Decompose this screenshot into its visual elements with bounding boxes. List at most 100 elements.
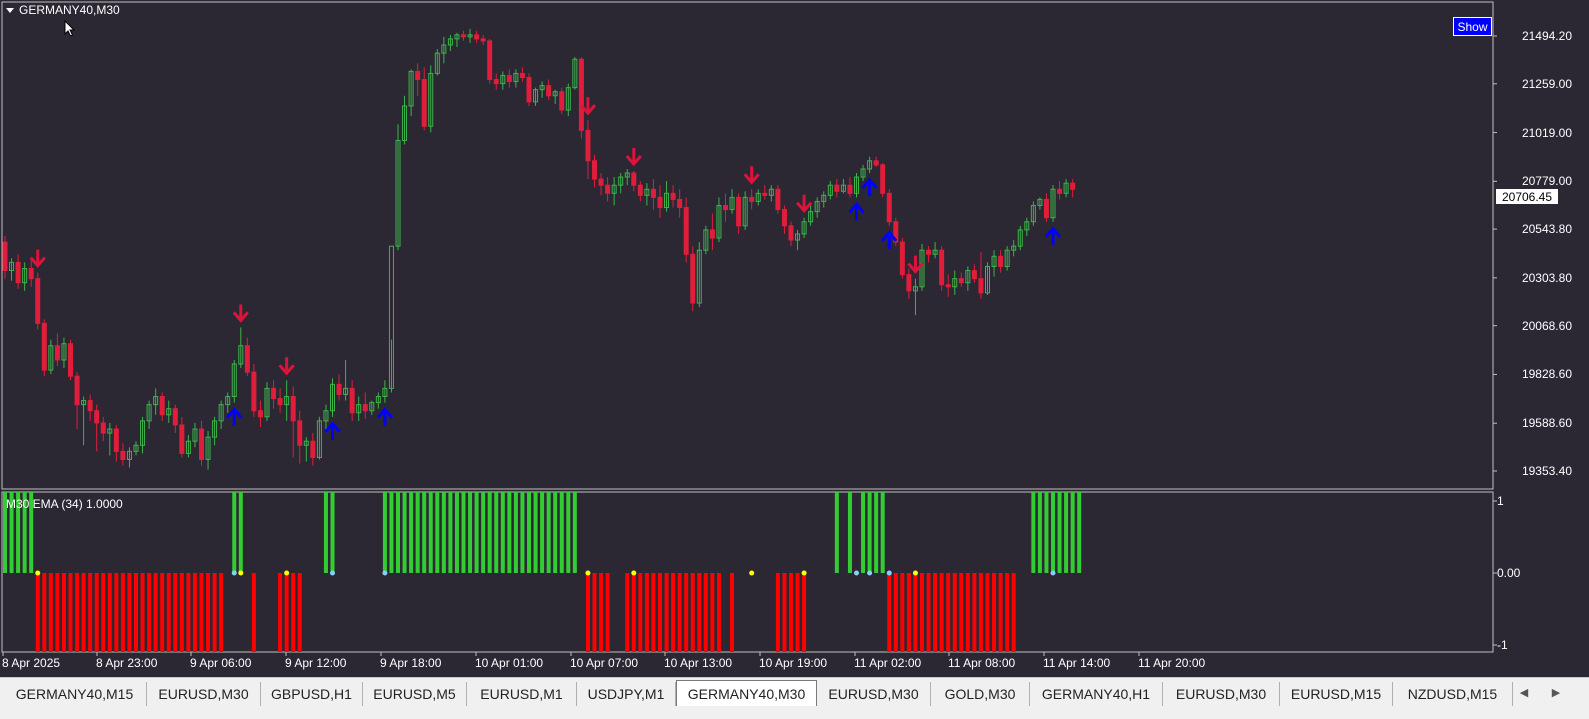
histogram-bar bbox=[664, 573, 669, 652]
histogram-bar bbox=[232, 492, 237, 573]
histogram-bar bbox=[160, 573, 165, 652]
histogram-bar bbox=[638, 573, 643, 652]
histogram-bar bbox=[409, 492, 414, 573]
histogram-bar bbox=[952, 573, 957, 652]
histogram-bar bbox=[513, 492, 518, 573]
histogram-bar bbox=[389, 492, 394, 573]
histogram-bar bbox=[978, 573, 983, 652]
histogram-bar bbox=[998, 573, 1003, 652]
histogram-bar bbox=[710, 573, 715, 652]
indicator-axis-label: -1 bbox=[1497, 638, 1508, 652]
histogram-bar bbox=[1011, 573, 1016, 652]
indicator-axis-label: 0.00 bbox=[1497, 566, 1521, 580]
chart-tab[interactable]: GERMANY40,M30 bbox=[676, 680, 817, 706]
histogram-bar bbox=[775, 573, 780, 652]
histogram-bar bbox=[625, 573, 630, 652]
chart-tab[interactable]: EURUSD,M30 bbox=[817, 682, 931, 706]
histogram-bar bbox=[861, 492, 866, 573]
time-label: 10 Apr 19:00 bbox=[759, 656, 828, 670]
time-label: 9 Apr 18:00 bbox=[380, 656, 442, 670]
histogram-bar bbox=[599, 573, 604, 652]
histogram-bar bbox=[35, 573, 40, 652]
histogram-bar bbox=[120, 573, 125, 652]
histogram-bar bbox=[671, 573, 676, 652]
histogram-bar bbox=[487, 492, 492, 573]
histogram-bar bbox=[559, 492, 564, 573]
histogram-bar bbox=[880, 492, 885, 573]
chart-window[interactable]: GERMANY40,M30 Show M30 EMA (34) 1.0000 2… bbox=[0, 0, 1589, 677]
chart-tab[interactable]: NZDUSD,M15 bbox=[1393, 682, 1513, 706]
time-label: 10 Apr 07:00 bbox=[570, 656, 639, 670]
histogram-bar bbox=[651, 573, 656, 652]
price-label: 19353.40 bbox=[1521, 464, 1572, 478]
time-label: 9 Apr 12:00 bbox=[285, 656, 347, 670]
signal-dot bbox=[1050, 570, 1056, 576]
histogram-bar bbox=[965, 573, 970, 652]
chart-tab[interactable]: EURUSD,M5 bbox=[363, 682, 467, 706]
histogram-bar bbox=[527, 492, 531, 573]
histogram-bar bbox=[454, 492, 459, 573]
chart-symbol-title[interactable]: GERMANY40,M30 bbox=[6, 3, 120, 17]
histogram-bar bbox=[402, 492, 407, 573]
histogram-bar bbox=[114, 573, 119, 652]
histogram-bar bbox=[173, 573, 178, 652]
chart-tab[interactable]: EURUSD,M30 bbox=[1163, 682, 1280, 706]
histogram-bar bbox=[592, 573, 597, 652]
chart-tab-bar: GERMANY40,M15 EURUSD,M30 GBPUSD,H1 EURUSD,M… bbox=[0, 677, 1589, 719]
histogram-bar bbox=[468, 492, 473, 573]
histogram-bar bbox=[107, 573, 112, 652]
time-label: 10 Apr 01:00 bbox=[475, 656, 544, 670]
histogram-bar bbox=[572, 492, 577, 573]
histogram-bar bbox=[677, 573, 682, 652]
histogram-bar bbox=[658, 573, 662, 652]
signal-dot bbox=[886, 570, 892, 576]
histogram-bar bbox=[1037, 492, 1042, 573]
histogram-bar bbox=[238, 492, 243, 573]
histogram-bar bbox=[631, 573, 636, 652]
indicator-axis-label: 1 bbox=[1497, 494, 1504, 508]
chart-tab[interactable]: EURUSD,M15 bbox=[1280, 682, 1393, 706]
price-label: 21494.20 bbox=[1521, 29, 1572, 43]
histogram-bar bbox=[566, 492, 571, 573]
signal-dot bbox=[801, 570, 807, 576]
histogram-bar bbox=[540, 492, 545, 573]
histogram-bar bbox=[199, 573, 204, 652]
price-label: 20303.80 bbox=[1521, 270, 1572, 285]
time-label: 11 Apr 20:00 bbox=[1138, 656, 1206, 670]
chart-tab[interactable]: GERMANY40,H1 bbox=[1030, 682, 1163, 706]
histogram-bar bbox=[140, 573, 145, 652]
histogram-bar bbox=[166, 573, 171, 652]
indicator-panel[interactable] bbox=[0, 0, 1589, 677]
chart-tab[interactable]: GOLD,M30 bbox=[931, 682, 1030, 706]
time-label: 11 Apr 02:00 bbox=[854, 656, 922, 670]
histogram-bar bbox=[972, 573, 977, 652]
histogram-bar bbox=[782, 573, 787, 652]
chart-tab[interactable]: EURUSD,M1 bbox=[467, 682, 577, 706]
histogram-bar bbox=[834, 492, 839, 573]
chart-tab[interactable]: GERMANY40,M15 bbox=[3, 682, 147, 706]
histogram-bar bbox=[546, 492, 551, 573]
histogram-bar bbox=[153, 573, 158, 652]
histogram-bar bbox=[716, 573, 721, 652]
signal-dot bbox=[35, 570, 41, 576]
tab-scroll-right-icon[interactable]: ▶ bbox=[1546, 682, 1566, 702]
tab-scroll-left-icon[interactable]: ◀ bbox=[1514, 682, 1534, 702]
time-label: 8 Apr 23:00 bbox=[96, 656, 158, 670]
histogram-bar bbox=[1057, 492, 1062, 573]
histogram-bar bbox=[533, 492, 538, 573]
price-label: 20068.60 bbox=[1521, 318, 1572, 333]
histogram-bar bbox=[127, 573, 132, 652]
show-button[interactable]: Show bbox=[1453, 17, 1492, 36]
signal-dot bbox=[749, 570, 755, 576]
histogram-bar bbox=[382, 492, 387, 573]
chart-tab[interactable]: USDJPY,M1 bbox=[577, 682, 676, 706]
histogram-bar bbox=[61, 573, 66, 652]
histogram-bar bbox=[553, 492, 558, 573]
collapse-triangle-icon[interactable] bbox=[6, 7, 14, 13]
time-label: 9 Apr 06:00 bbox=[190, 656, 252, 670]
chart-tab[interactable]: GBPUSD,H1 bbox=[261, 682, 363, 706]
histogram-bar bbox=[284, 573, 289, 652]
chart-tab[interactable]: EURUSD,M30 bbox=[147, 682, 261, 706]
histogram-bar bbox=[251, 573, 256, 652]
histogram-bar bbox=[291, 573, 296, 652]
